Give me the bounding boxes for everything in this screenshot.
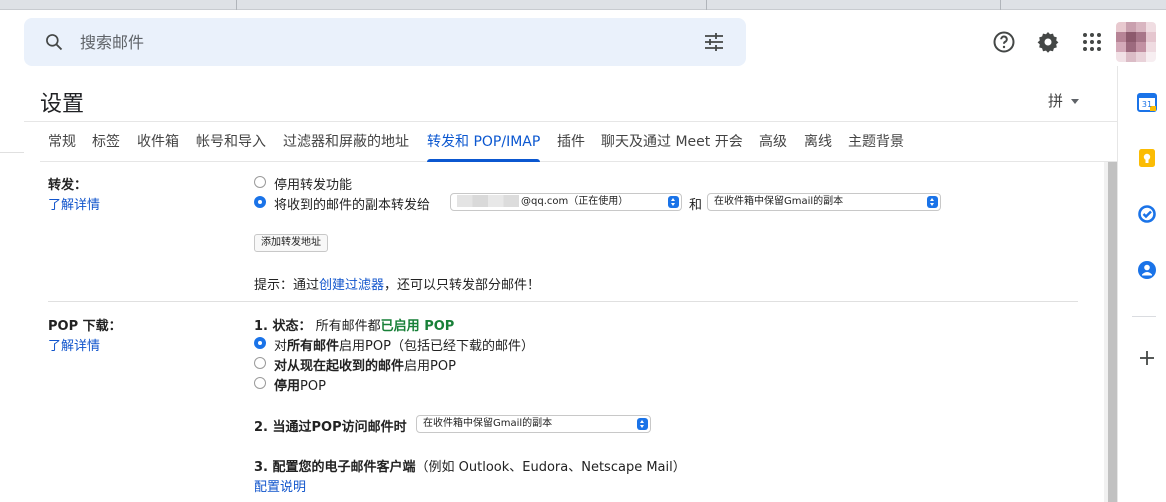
forward-address-value: @qq.com（正在使用）: [521, 196, 629, 207]
tab-labels[interactable]: 标签: [92, 122, 120, 162]
pop-status-enabled: 已启用 POP: [380, 319, 455, 334]
opt1-post: 启用POP（包括已经下载的邮件）: [339, 339, 534, 354]
input-method-label: 拼: [1048, 92, 1064, 110]
forward-action-value: 在收件箱中保留Gmail的副本: [714, 196, 844, 207]
forward-action-select[interactable]: 在收件箱中保留Gmail的副本: [707, 193, 941, 211]
tab-chat-meet[interactable]: 聊天及通过 Meet 开会: [601, 122, 743, 162]
pop-disable-radio[interactable]: [254, 377, 266, 389]
pop-status-heading: 1. 状态：: [254, 319, 312, 334]
pop-access-value: 在收件箱中保留Gmail的副本: [423, 418, 553, 429]
opt1-pre: 对: [274, 339, 288, 354]
pop-config: 3. 配置您的电子邮件客户端（例如 Outlook、Eudora、Netscap…: [254, 456, 686, 475]
plus-icon[interactable]: [1137, 348, 1157, 368]
pop-all-mail-radio[interactable]: [254, 337, 266, 349]
pop-disable-label: 停用POP: [274, 375, 326, 394]
opt3-post: POP: [300, 379, 326, 394]
forwarding-learn-more-link[interactable]: 了解详情: [48, 194, 100, 213]
tab-offline[interactable]: 离线: [804, 122, 832, 162]
and-label: 和: [689, 198, 703, 213]
chevron-down-icon: [1071, 99, 1080, 104]
redacted-address: [457, 195, 519, 207]
forwarding-disable-label: 停用转发功能: [274, 178, 353, 193]
add-forwarding-address-button[interactable]: 添加转发地址: [254, 234, 328, 252]
pop-from-now-label: 对从现在起收到的邮件启用POP: [274, 355, 456, 374]
contacts-icon[interactable]: [1137, 260, 1157, 280]
calendar-icon[interactable]: 31: [1137, 92, 1157, 112]
svg-text:31: 31: [1142, 100, 1152, 109]
pop-access-label: 2. 当通过POP访问邮件时: [254, 420, 407, 435]
select-arrow-icon: [927, 196, 938, 208]
search-bar: [24, 18, 746, 66]
opt2-post: 启用POP: [404, 359, 456, 374]
config-instructions-link[interactable]: 配置说明: [254, 476, 306, 495]
tip-prefix: 提示：通过: [254, 278, 320, 293]
select-arrow-icon: [637, 418, 648, 430]
browser-tab-strip: [0, 0, 1166, 10]
tab-inbox[interactable]: 收件箱: [137, 122, 179, 162]
tab-addons[interactable]: 插件: [557, 122, 585, 162]
pop-status: 1. 状态： 所有邮件都已启用 POP: [254, 315, 454, 334]
avatar[interactable]: [1116, 22, 1156, 62]
tab-advanced[interactable]: 高级: [759, 122, 787, 162]
select-arrow-icon: [668, 196, 679, 208]
tab-filters[interactable]: 过滤器和屏蔽的地址: [283, 122, 409, 162]
help-icon[interactable]: [992, 30, 1016, 54]
opt1-bold: 所有邮件: [287, 339, 340, 354]
forwarding-disable-radio[interactable]: [254, 176, 266, 188]
pop-learn-more-link[interactable]: 了解详情: [48, 335, 100, 354]
forward-address-select[interactable]: @qq.com（正在使用）: [450, 193, 682, 211]
tab-themes[interactable]: 主题背景: [848, 122, 904, 162]
pop-all-mail-label: 对所有邮件启用POP（包括已经下载的邮件）: [274, 335, 534, 354]
input-method-selector[interactable]: 拼: [1048, 90, 1080, 111]
page-title: 设置: [40, 92, 85, 117]
pop-config-examples: （例如 Outlook、Eudora、Netscape Mail）: [415, 460, 686, 475]
forwarding-enable-label: 将收到的邮件的副本转发给: [274, 198, 431, 213]
divider: [1132, 316, 1156, 317]
create-filter-link[interactable]: 创建过滤器: [319, 278, 384, 293]
pop-config-label: 3. 配置您的电子邮件客户端: [254, 460, 416, 475]
keep-icon[interactable]: [1137, 148, 1157, 168]
search-options-icon[interactable]: [704, 33, 724, 51]
tab-general[interactable]: 常规: [48, 122, 76, 162]
scrollbar-thumb[interactable]: [1108, 162, 1117, 502]
apps-grid-icon[interactable]: [1080, 30, 1104, 54]
pop-label: POP 下载：: [48, 319, 122, 334]
tab-accounts[interactable]: 帐号和导入: [196, 122, 266, 162]
forwarding-label: 转发：: [48, 178, 88, 193]
pop-status-text: 所有邮件都: [315, 319, 381, 334]
pop-from-now-radio[interactable]: [254, 357, 266, 369]
gear-icon[interactable]: [1036, 30, 1060, 54]
section-divider: [48, 301, 1078, 302]
tasks-icon[interactable]: [1137, 204, 1157, 224]
pop-access-select[interactable]: 在收件箱中保留Gmail的副本: [416, 415, 651, 433]
settings-tabs: 常规 标签 收件箱 帐号和导入 过滤器和屏蔽的地址 转发和 POP/IMAP 插…: [40, 122, 1117, 162]
settings-content: 转发： 了解详情 停用转发功能 将收到的邮件的副本转发给 @qq.com（正在使…: [48, 166, 1078, 502]
forwarding-tip: 提示：通过创建过滤器，还可以只转发部分邮件！: [254, 274, 540, 293]
tab-divider: [1000, 0, 1001, 10]
tab-divider: [236, 0, 237, 10]
tip-suffix: ，还可以只转发部分邮件！: [384, 278, 541, 293]
side-panel: 31: [1117, 66, 1166, 502]
search-icon[interactable]: [44, 32, 64, 52]
forwarding-enable-radio[interactable]: [254, 196, 266, 208]
opt3-bold: 停用: [274, 379, 301, 394]
divider: [0, 152, 24, 153]
search-input[interactable]: [80, 18, 680, 66]
opt2-bold: 对从现在起收到的邮件: [274, 359, 405, 374]
tab-divider: [706, 0, 707, 10]
tab-forwarding-pop-imap[interactable]: 转发和 POP/IMAP: [427, 122, 541, 162]
